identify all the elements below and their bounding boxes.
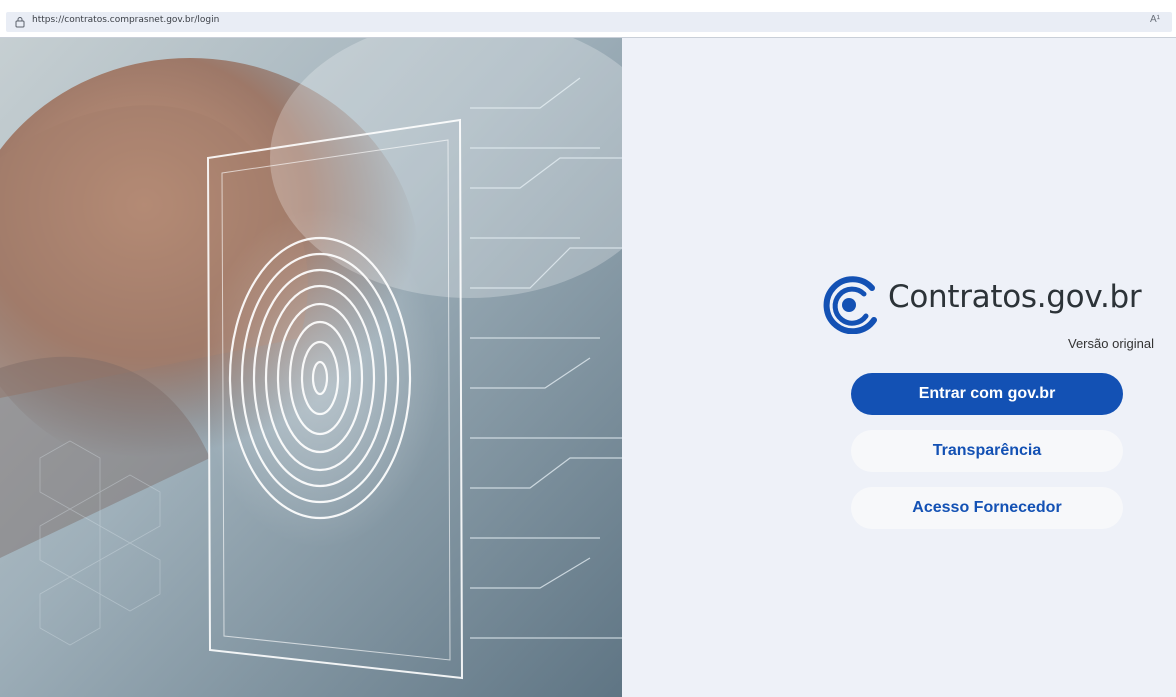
entrar-govbr-button[interactable]: Entrar com gov.br xyxy=(851,373,1123,415)
transparencia-button[interactable]: Transparência xyxy=(851,430,1123,472)
fingerprint-hero-image xyxy=(0,38,622,697)
browser-address-bar: https://contratos.comprasnet.gov.br/logi… xyxy=(0,0,1176,38)
acesso-fornecedor-button[interactable]: Acesso Fornecedor xyxy=(851,487,1123,529)
brand-title: Contratos.gov.br xyxy=(888,279,1142,315)
login-panel xyxy=(622,38,1176,697)
lock-icon[interactable] xyxy=(14,16,26,28)
login-page: https://contratos.comprasnet.gov.br/logi… xyxy=(0,0,1176,697)
contratos-logo-icon xyxy=(823,276,877,334)
version-label[interactable]: Versão original xyxy=(1068,336,1154,351)
url-text[interactable]: https://contratos.comprasnet.gov.br/logi… xyxy=(32,15,219,25)
read-aloud-icon[interactable]: A¹ xyxy=(1150,14,1160,25)
